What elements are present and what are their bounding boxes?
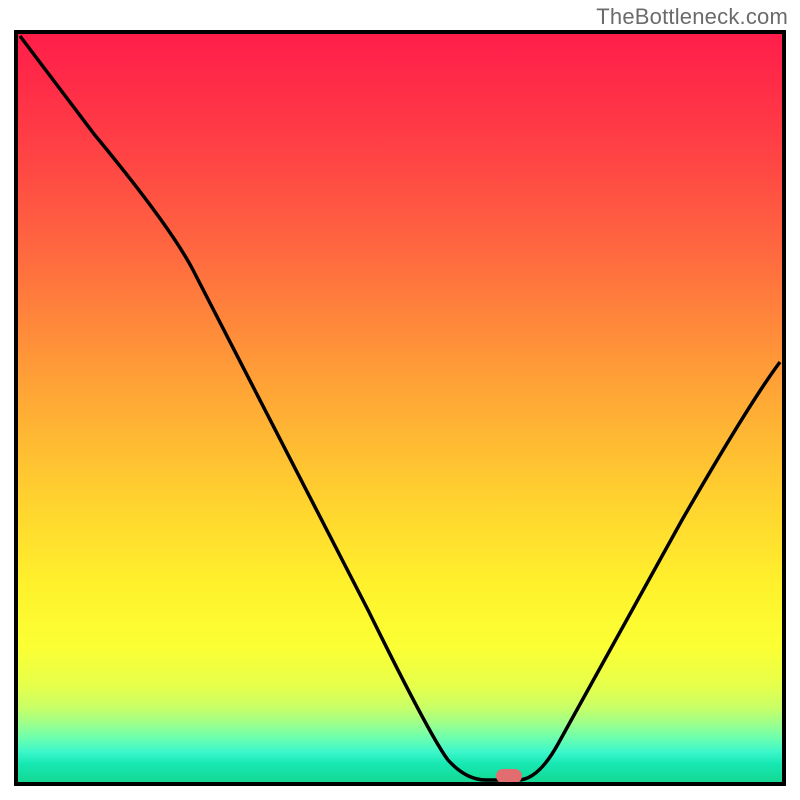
chart-plot-area xyxy=(14,30,786,786)
watermark-text: TheBottleneck.com xyxy=(596,4,788,30)
current-value-marker xyxy=(496,769,522,782)
bottleneck-curve-path xyxy=(20,36,780,780)
chart-svg xyxy=(18,34,782,782)
